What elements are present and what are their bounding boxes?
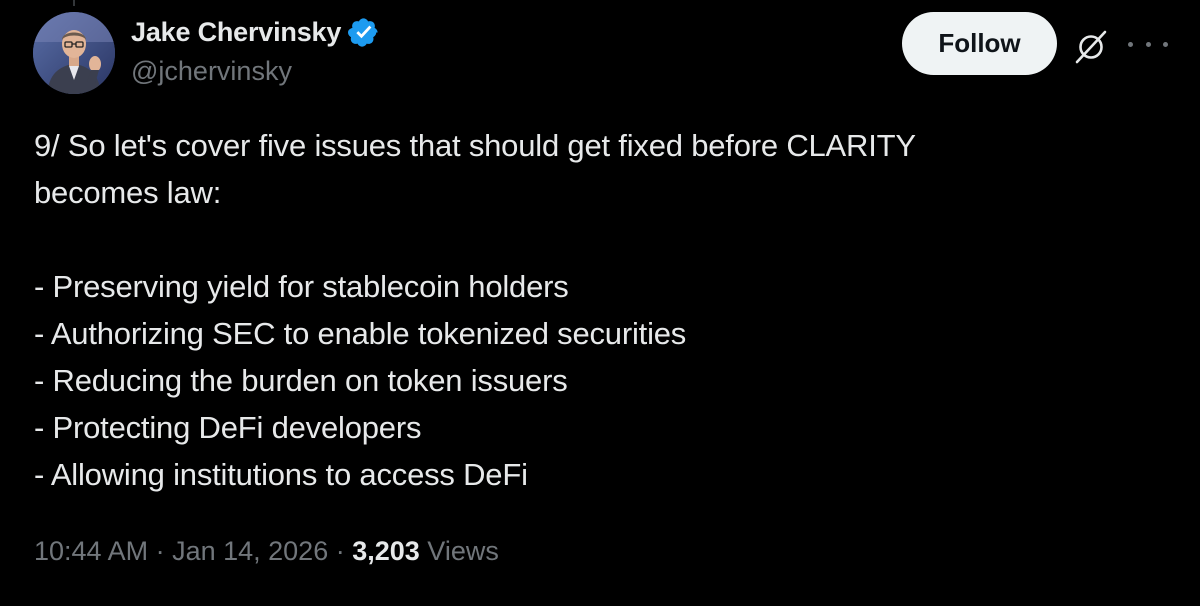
author-display-name[interactable]: Jake Chervinsky — [131, 17, 341, 48]
grok-icon[interactable] — [1071, 26, 1111, 66]
tweet-line: - Preserving yield for stablecoin holder… — [34, 269, 569, 304]
views-count[interactable]: 3,203 — [352, 536, 420, 567]
author-handle[interactable]: @jchervinsky — [131, 56, 380, 87]
meta-separator: · — [148, 536, 173, 566]
follow-button[interactable]: Follow — [902, 12, 1057, 75]
views-label[interactable]: Views — [420, 536, 499, 567]
author-name-row: Jake Chervinsky — [131, 14, 380, 50]
tweet-time[interactable]: 10:44 AM — [34, 536, 148, 567]
tweet-meta: 10:44 AM · Jan 14, 2026 · 3,203 Views — [34, 536, 499, 567]
tweet-line — [34, 216, 1154, 263]
thread-connector-line — [73, 0, 75, 6]
tweet-line: - Allowing institutions to access DeFi — [34, 457, 528, 492]
tweet-line: 9/ So let's cover five issues that shoul… — [34, 128, 916, 163]
tweet-line: - Authorizing SEC to enable tokenized se… — [34, 316, 687, 351]
more-dot — [1128, 41, 1133, 47]
avatar[interactable] — [33, 12, 115, 94]
tweet-line: - Protecting DeFi developers — [34, 410, 422, 445]
tweet-text: 9/ So let's cover five issues that shoul… — [34, 122, 1154, 498]
more-dot — [1163, 41, 1168, 47]
more-options-icon[interactable] — [1128, 36, 1168, 52]
avatar-image — [33, 12, 115, 94]
more-dot — [1145, 41, 1151, 47]
verified-badge-icon[interactable] — [347, 16, 380, 49]
meta-separator: · — [328, 536, 353, 566]
author-info: Jake Chervinsky @jchervinsky — [131, 14, 380, 87]
tweet-line: - Reducing the burden on token issuers — [34, 363, 568, 398]
tweet-date[interactable]: Jan 14, 2026 — [172, 536, 328, 567]
tweet-line: becomes law: — [34, 175, 222, 210]
